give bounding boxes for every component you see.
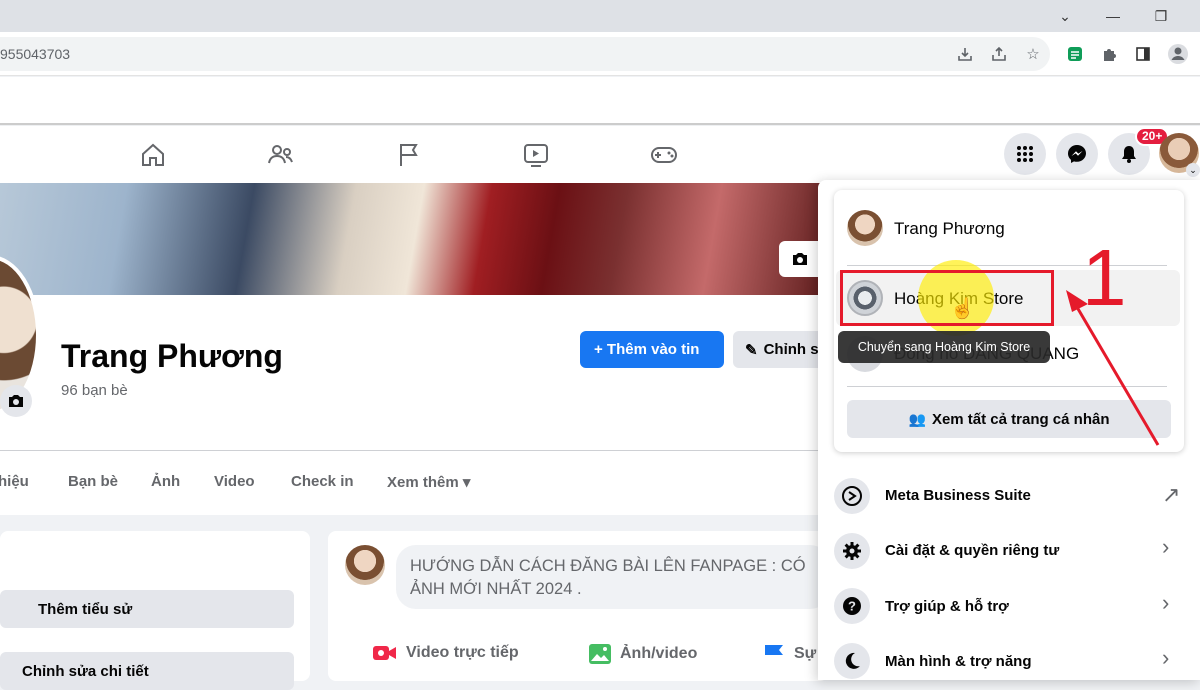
meta-business-suite-item[interactable]: Meta Business Suite [885, 487, 1031, 504]
add-bio-button[interactable]: Thêm tiểu sử [0, 590, 294, 628]
flag-icon [765, 645, 783, 664]
tab-more[interactable]: Xem thêm ▾ [387, 473, 470, 491]
account-chevron-icon[interactable]: ⌄ [1186, 163, 1200, 177]
friends-icon[interactable] [266, 140, 296, 170]
menu-grid-button[interactable] [1004, 133, 1046, 175]
browser-titlebar [0, 0, 1200, 32]
life-event-label: Sự [794, 645, 817, 662]
grid-icon [1017, 146, 1033, 162]
restore-button[interactable]: ❐ [1138, 0, 1184, 32]
edit-profile-picture-button[interactable] [0, 385, 32, 417]
settings-privacy-item[interactable]: Cài đặt & quyền riêng tư [885, 542, 1059, 559]
photo-video-button[interactable]: Ảnh/video [588, 643, 697, 665]
bookmark-star-icon[interactable]: ☆ [1021, 42, 1045, 66]
tab-separator [0, 450, 830, 451]
photo-video-label: Ảnh/video [620, 645, 698, 662]
friends-count[interactable]: 96 bạn bè [61, 382, 128, 399]
svg-text:?: ? [848, 599, 856, 614]
pages-flag-icon[interactable] [394, 140, 424, 170]
profile-name: Trang Phương [61, 338, 283, 374]
chevron-right-icon: › [1162, 534, 1170, 559]
browser-profile-icon[interactable] [1166, 42, 1190, 66]
bookmarks-band [0, 77, 1200, 125]
tab-search-chevron-icon[interactable]: ⌄ [1042, 0, 1088, 32]
minimize-button[interactable]: — [1090, 0, 1136, 32]
live-video-button[interactable]: Video trực tiếp [372, 643, 519, 663]
install-app-icon[interactable] [953, 42, 977, 66]
display-accessibility-item[interactable]: Màn hình & trợ năng [885, 653, 1031, 670]
current-profile-name[interactable]: Trang Phương [894, 219, 1005, 239]
people-icon: 👥 [908, 410, 926, 427]
cover-photo [0, 183, 830, 295]
photo-icon [589, 644, 611, 664]
tab-about[interactable]: hiệu [0, 473, 29, 490]
camera-icon [793, 253, 807, 265]
share-icon[interactable] [987, 42, 1011, 66]
edit-details-button[interactable]: Chỉnh sửa chi tiết [0, 652, 294, 690]
pencil-icon: ✎ [745, 341, 758, 359]
current-profile-avatar[interactable] [847, 210, 883, 246]
external-link-icon: ↗ [1162, 482, 1181, 507]
composer-avatar [345, 545, 385, 585]
help-support-item[interactable]: Trợ giúp & hỗ trợ [885, 598, 1009, 615]
live-video-icon [373, 646, 396, 660]
address-bar[interactable] [0, 37, 1050, 71]
add-to-story-button[interactable]: + Thêm vào tin [580, 331, 724, 368]
watch-icon[interactable] [521, 140, 551, 170]
extensions-puzzle-icon[interactable] [1097, 42, 1121, 66]
live-video-label: Video trực tiếp [406, 644, 519, 661]
bell-icon [1122, 146, 1136, 163]
annotation-arrow [1066, 290, 1160, 446]
switch-tooltip: Chuyển sang Hoàng Kim Store [838, 331, 1050, 363]
messenger-icon [1068, 145, 1086, 163]
tab-photos[interactable]: Ảnh [151, 473, 180, 490]
tab-checkins[interactable]: Check in [291, 473, 354, 490]
moon-icon[interactable] [834, 643, 870, 679]
gaming-icon[interactable] [649, 140, 679, 170]
url-text: 955043703 [0, 46, 71, 62]
chevron-right-icon: › [1162, 645, 1170, 670]
life-event-button[interactable]: Sự [762, 643, 816, 665]
chevron-right-icon: › [1162, 590, 1170, 615]
tab-friends[interactable]: Bạn bè [68, 473, 118, 490]
annotation-red-box [840, 270, 1054, 326]
hand-cursor-icon: ☝ [950, 298, 975, 320]
side-panel-icon[interactable] [1131, 42, 1155, 66]
composer-input[interactable]: HƯỚNG DẪN CÁCH ĐĂNG BÀI LÊN FANPAGE : CÓ… [396, 545, 830, 609]
meta-business-suite-icon[interactable] [834, 478, 870, 514]
home-icon[interactable] [138, 140, 168, 170]
edit-profile-label: Chỉnh s [763, 341, 819, 358]
tab-videos[interactable]: Video [214, 473, 255, 490]
settings-gear-icon[interactable] [834, 533, 870, 569]
extension-sheet-icon[interactable] [1063, 42, 1087, 66]
camera-icon [9, 395, 23, 407]
help-icon[interactable]: ? [834, 588, 870, 624]
messenger-button[interactable] [1056, 133, 1098, 175]
